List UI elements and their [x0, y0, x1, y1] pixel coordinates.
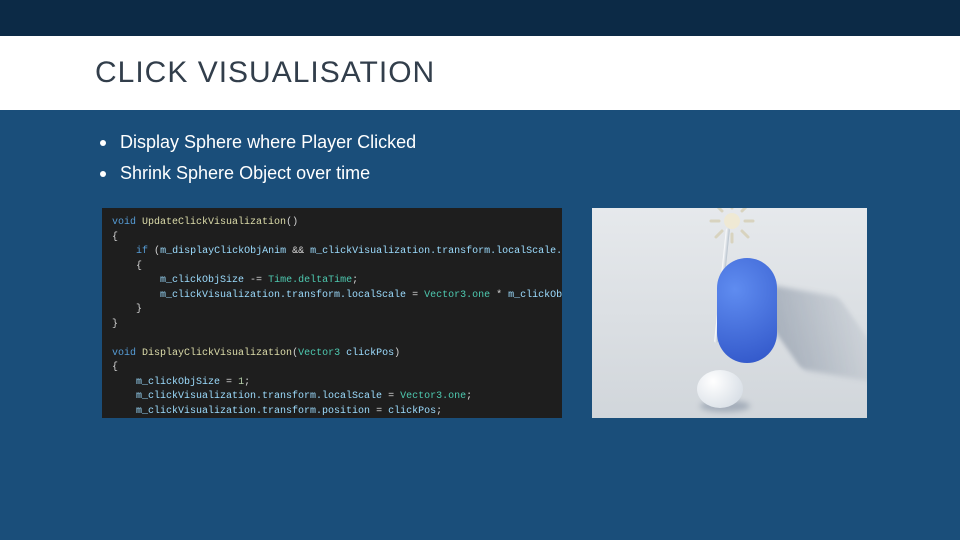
- code-type: Time.deltaTime: [268, 275, 352, 286]
- click-sphere: [697, 370, 743, 408]
- bullet-item: Shrink Sphere Object over time: [100, 163, 960, 184]
- top-accent-bar: [0, 0, 960, 36]
- code-snippet: void UpdateClickVisualization() { if (m_…: [102, 208, 562, 418]
- player-capsule: [717, 258, 777, 363]
- code-var: m_clickVisualization.transform.position: [136, 406, 370, 417]
- code-var: m_clickVisualization.transform.localScal…: [310, 246, 562, 257]
- bullet-item: Display Sphere where Player Clicked: [100, 132, 960, 153]
- code-keyword: void: [112, 217, 136, 228]
- bullet-text: Display Sphere where Player Clicked: [120, 132, 416, 153]
- code-type: Vector3: [298, 348, 340, 359]
- code-var: m_displayClickObjAnim: [160, 246, 286, 257]
- code-function: DisplayClickVisualization: [142, 348, 292, 359]
- code-function: UpdateClickVisualization: [142, 217, 286, 228]
- bullet-dot-icon: [100, 171, 106, 177]
- code-var: clickPos: [346, 348, 394, 359]
- title-band: CLICK VISUALISATION: [0, 36, 960, 110]
- slide-title: CLICK VISUALISATION: [95, 56, 960, 90]
- content-row: void UpdateClickVisualization() { if (m_…: [0, 194, 960, 418]
- code-op: =: [412, 290, 418, 301]
- code-var: clickPos: [388, 406, 436, 417]
- sun-icon: [707, 208, 757, 246]
- code-op: -=: [250, 275, 262, 286]
- code-var: m_clickObjSize: [160, 275, 244, 286]
- code-type: Vector3.one: [400, 391, 466, 402]
- game-screenshot: [592, 208, 867, 418]
- bullet-text: Shrink Sphere Object over time: [120, 163, 370, 184]
- code-var: m_clickObjSize: [508, 290, 562, 301]
- code-type: Vector3.one: [424, 290, 490, 301]
- code-var: m_clickVisualization.transform.localScal…: [136, 391, 382, 402]
- code-var: m_clickVisualization.transform.localScal…: [160, 290, 406, 301]
- bullet-list: Display Sphere where Player Clicked Shri…: [0, 110, 960, 184]
- code-keyword: void: [112, 348, 136, 359]
- code-var: m_clickObjSize: [136, 377, 220, 388]
- bullet-dot-icon: [100, 140, 106, 146]
